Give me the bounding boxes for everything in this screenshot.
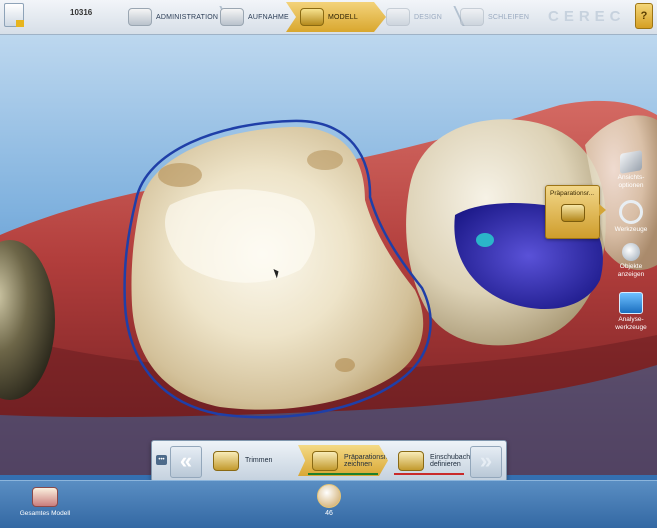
whole-model-label: Gesamtes Modell bbox=[19, 510, 71, 517]
step-design[interactable]: DESIGN bbox=[386, 3, 442, 31]
step-praeparationsrand[interactable]: Präparationsrand zeichnen bbox=[298, 445, 388, 476]
step-modell[interactable]: MODELL bbox=[286, 2, 386, 32]
step-status-line-red bbox=[394, 473, 464, 475]
whole-model-icon bbox=[32, 487, 58, 507]
step-aufnahme-label: AUFNAHME bbox=[248, 13, 289, 21]
modeling-step-bar: ••• « Trimmen Präparationsrand zeichnen … bbox=[151, 440, 507, 482]
dental-model-render bbox=[0, 100, 657, 475]
margin-tool-popup[interactable]: Präparationsr... bbox=[545, 185, 606, 239]
show-objects-label-2: anzeigen bbox=[617, 271, 645, 278]
step-trimmen-label: Trimmen bbox=[245, 457, 273, 464]
popup-title: Präparationsr... bbox=[550, 190, 595, 197]
margin-tool-icon bbox=[560, 204, 585, 222]
tooth-icon bbox=[317, 484, 341, 508]
view-options-label-1: Ansichts- bbox=[617, 174, 645, 181]
step-einschubachse[interactable]: Einschubachse definieren bbox=[386, 445, 477, 476]
app-menu-icon-fold bbox=[16, 20, 24, 27]
help-button[interactable]: ? bbox=[635, 3, 653, 29]
contact-area bbox=[476, 233, 494, 247]
margin-draw-icon bbox=[312, 450, 338, 471]
analysis-tools-button[interactable]: Analyse- werkzeuge bbox=[607, 292, 655, 332]
step-aufnahme[interactable]: AUFNAHME bbox=[220, 3, 289, 31]
tools-button[interactable]: Werkzeuge bbox=[607, 200, 655, 234]
insertion-axis-icon bbox=[398, 450, 424, 471]
whole-model-button[interactable]: Gesamtes Modell bbox=[10, 487, 80, 517]
top-workflow-bar: 10316 ADMINISTRATION AUFNAHME MODELL DES… bbox=[0, 0, 657, 35]
brand-logo: CEREC bbox=[548, 8, 626, 25]
tooth-stain bbox=[335, 358, 355, 372]
step-trimmen[interactable]: Trimmen bbox=[205, 445, 300, 476]
step-modell-label: MODELL bbox=[328, 13, 358, 21]
modell-icon bbox=[300, 8, 324, 26]
step-administration[interactable]: ADMINISTRATION bbox=[128, 3, 218, 31]
design-icon bbox=[386, 8, 410, 26]
analysis-tools-label-1: Analyse- bbox=[618, 316, 644, 323]
tooth-selector[interactable]: 46 bbox=[312, 484, 346, 517]
step-administration-label: ADMINISTRATION bbox=[156, 13, 219, 21]
bottom-tray: Gesamtes Modell 46 bbox=[0, 480, 657, 528]
step-schleifen-label: SCHLEIFEN bbox=[488, 13, 530, 21]
cube-icon bbox=[620, 150, 642, 174]
next-step-button[interactable]: » bbox=[470, 446, 502, 478]
app-menu-icon[interactable] bbox=[4, 3, 24, 27]
popup-arrow bbox=[599, 204, 606, 216]
schleifen-icon bbox=[460, 8, 484, 26]
objects-icon bbox=[622, 243, 640, 261]
step-bar-toggle-button[interactable]: ••• bbox=[156, 455, 167, 465]
model-3d-viewport[interactable] bbox=[0, 35, 657, 475]
aufnahme-icon bbox=[220, 8, 244, 26]
show-objects-button[interactable]: Objekte anzeigen bbox=[607, 243, 655, 279]
analysis-tools-label-2: werkzeuge bbox=[615, 324, 647, 331]
tools-label: Werkzeuge bbox=[614, 226, 648, 233]
tooth-stain bbox=[158, 163, 202, 187]
view-options-label-2: optionen bbox=[618, 182, 644, 189]
step-status-line-green bbox=[308, 473, 378, 475]
previous-step-button[interactable]: « bbox=[170, 446, 202, 478]
tooth-number: 46 bbox=[325, 510, 333, 517]
analysis-icon bbox=[619, 292, 643, 314]
show-objects-label-1: Objekte bbox=[619, 263, 643, 270]
administration-icon bbox=[128, 8, 152, 26]
step-design-label: DESIGN bbox=[414, 13, 443, 21]
tooth-stain bbox=[307, 150, 343, 170]
case-id: 10316 bbox=[70, 8, 93, 17]
view-options-button[interactable]: Ansichts- optionen bbox=[607, 150, 655, 190]
step-schleifen[interactable]: SCHLEIFEN bbox=[460, 3, 529, 31]
tools-ring-icon bbox=[619, 200, 643, 224]
trim-icon bbox=[213, 450, 239, 471]
